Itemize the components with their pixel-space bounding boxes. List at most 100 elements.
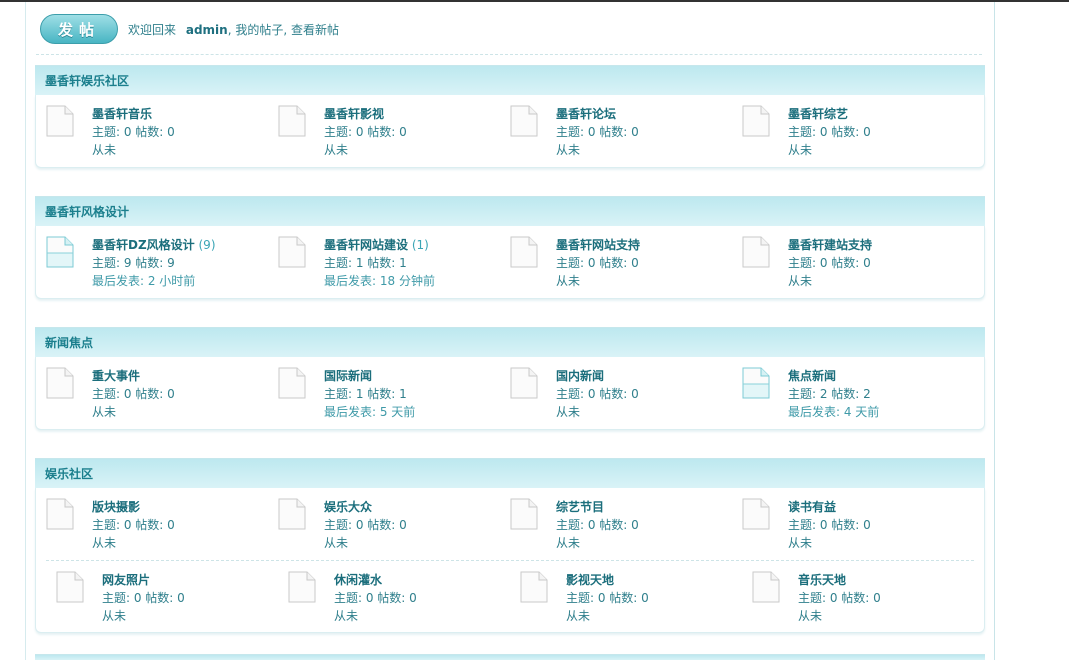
forum-item: 读书有益主题: 0 帖数: 0 从未	[732, 498, 964, 560]
forum-name-link[interactable]: 焦点新闻	[788, 369, 836, 383]
forum-stats: 主题: 0 帖数: 0	[788, 518, 871, 532]
forum-icon[interactable]	[46, 105, 74, 137]
forum-icon[interactable]	[46, 367, 74, 399]
category-title[interactable]: 墨香轩风格设计	[35, 196, 985, 226]
my-posts-link[interactable]: 我的帖子	[235, 23, 283, 37]
forum-name-link[interactable]: 墨香轩影视	[324, 107, 384, 121]
forum-icon[interactable]	[742, 105, 770, 137]
forum-name-link[interactable]: 综艺节目	[556, 500, 604, 514]
forum-name-link[interactable]: 读书有益	[788, 500, 836, 514]
forum-name-link[interactable]: 墨香轩建站支持	[788, 238, 872, 252]
forum-stats: 主题: 0 帖数: 0	[324, 518, 407, 532]
forum-stats: 主题: 1 帖数: 1	[324, 387, 407, 401]
forum-name-link[interactable]: 墨香轩网站建设	[324, 238, 408, 252]
forum-stats: 主题: 0 帖数: 0	[556, 256, 639, 270]
forum-last-post: 从未	[788, 536, 813, 550]
forum-stats: 主题: 0 帖数: 0	[566, 591, 649, 605]
forum-stats: 主题: 0 帖数: 0	[556, 518, 639, 532]
forum-stats: 主题: 0 帖数: 0	[798, 591, 881, 605]
forum-last-post[interactable]: 最后发表: 5 天前	[324, 403, 415, 421]
forum-name-link[interactable]: 墨香轩综艺	[788, 107, 848, 121]
forum-last-post: 从未	[556, 536, 581, 550]
forum-new-icon[interactable]	[742, 367, 770, 399]
forum-icon[interactable]	[510, 105, 538, 137]
forum-icon[interactable]	[46, 498, 74, 530]
forum-stats: 主题: 0 帖数: 0	[788, 125, 871, 139]
forum-name-link[interactable]: 墨香轩网站支持	[556, 238, 640, 252]
category-section-partial	[35, 654, 985, 660]
forum-last-post[interactable]: 最后发表: 4 天前	[788, 403, 879, 421]
category-section: 娱乐社区版块摄影主题: 0 帖数: 0 从未 娱乐大众主题: 0 帖数: 0 从未 综艺…	[35, 458, 985, 633]
forum-name-link[interactable]: 墨香轩音乐	[92, 107, 152, 121]
forum-last-post: 从未	[102, 609, 127, 623]
forum-last-post: 从未	[556, 405, 581, 419]
new-post-button[interactable]: 发帖	[40, 14, 118, 44]
forum-stats: 主题: 0 帖数: 0	[92, 518, 175, 532]
forum-name-link[interactable]: 墨香轩论坛	[556, 107, 616, 121]
category-section: 新闻焦点重大事件主题: 0 帖数: 0 从未 国际新闻主题: 1 帖数: 1 最后发表…	[35, 327, 985, 430]
forum-item: 重大事件 主题: 0 帖数: 0 从未	[36, 367, 268, 429]
username-link[interactable]: admin	[186, 23, 228, 37]
divider	[36, 54, 982, 55]
forum-icon[interactable]	[278, 367, 306, 399]
forum-icon[interactable]	[288, 571, 316, 603]
forum-icon[interactable]	[278, 236, 306, 268]
forum-name-link[interactable]: 重大事件	[92, 369, 140, 383]
forum-last-post: 从未	[92, 143, 117, 157]
forum-stats: 主题: 1 帖数: 1	[324, 256, 407, 270]
forum-row: 版块摄影主题: 0 帖数: 0 从未 娱乐大众主题: 0 帖数: 0 从未 综艺节目主题…	[36, 488, 984, 560]
forum-name-link[interactable]: 国内新闻	[556, 369, 604, 383]
forum-last-post: 从未	[556, 274, 581, 288]
forum-row: 网友照片主题: 0 帖数: 0 从未 休闲灌水主题: 0 帖数: 0 从未 影视天地主题…	[46, 560, 974, 632]
forum-stats: 主题: 0 帖数: 0	[556, 125, 639, 139]
forum-stats: 主题: 9 帖数: 9	[92, 256, 175, 270]
forum-name-link[interactable]: 音乐天地	[798, 573, 846, 587]
forum-item: 墨香轩DZ风格设计 (9) 主题: 9 帖数: 9 最后发表: 2 小时前	[36, 236, 268, 298]
forum-last-post[interactable]: 最后发表: 18 分钟前	[324, 272, 435, 290]
forum-stats: 主题: 0 帖数: 0	[788, 256, 871, 270]
forum-stats: 主题: 0 帖数: 0	[102, 591, 185, 605]
forum-stats: 主题: 0 帖数: 0	[556, 387, 639, 401]
forum-last-post: 从未	[788, 274, 813, 288]
forum-icon[interactable]	[278, 498, 306, 530]
forum-last-post: 从未	[92, 536, 117, 550]
forum-item: 网友照片主题: 0 帖数: 0 从未	[46, 571, 278, 632]
forum-icon[interactable]	[742, 498, 770, 530]
forum-name-link[interactable]: 休闲灌水	[334, 573, 382, 587]
forum-row: 墨香轩音乐 主题: 0 帖数: 0 从未 墨香轩影视 主题: 0 帖数: 0 从未 墨香轩论…	[36, 95, 984, 167]
forum-stats: 主题: 0 帖数: 0	[334, 591, 417, 605]
forum-stats: 主题: 0 帖数: 0	[92, 387, 175, 401]
forum-last-post: 从未	[566, 609, 591, 623]
forum-stats: 主题: 2 帖数: 2	[788, 387, 871, 401]
welcome-prefix: 欢迎回来	[128, 22, 177, 37]
forum-list: 重大事件主题: 0 帖数: 0 从未 国际新闻主题: 1 帖数: 1 最后发表: 5 …	[35, 357, 985, 430]
forum-icon[interactable]	[752, 571, 780, 603]
post-bar: 发帖 欢迎回来 admin, 我的帖子, 查看新帖	[40, 14, 339, 44]
forum-icon[interactable]	[278, 105, 306, 137]
forum-name-link[interactable]: 影视天地	[566, 573, 614, 587]
forum-name-link[interactable]: 版块摄影	[92, 500, 140, 514]
forum-last-post[interactable]: 最后发表: 2 小时前	[92, 272, 216, 290]
forum-item: 墨香轩建站支持 主题: 0 帖数: 0 从未	[732, 236, 964, 298]
forum-icon[interactable]	[56, 571, 84, 603]
forum-name-link[interactable]: 网友照片	[102, 573, 150, 587]
forum-name-link[interactable]: 墨香轩DZ风格设计	[92, 238, 195, 252]
category-section: 墨香轩风格设计墨香轩DZ风格设计 (9) 主题: 9 帖数: 9 最后发表: 2 小…	[35, 196, 985, 299]
forum-icon[interactable]	[520, 571, 548, 603]
forum-last-post: 从未	[334, 609, 359, 623]
new-posts-link[interactable]: 查看新帖	[291, 23, 339, 37]
forum-item: 焦点新闻主题: 2 帖数: 2 最后发表: 4 天前	[732, 367, 964, 429]
forum-item: 音乐天地 主题: 0 帖数: 0 从未	[742, 571, 974, 632]
forum-icon[interactable]	[742, 236, 770, 268]
category-title[interactable]: 新闻焦点	[35, 327, 985, 357]
forum-icon[interactable]	[510, 367, 538, 399]
category-title[interactable]: 娱乐社区	[35, 458, 985, 488]
forum-name-link[interactable]: 国际新闻	[324, 369, 372, 383]
forum-icon[interactable]	[510, 236, 538, 268]
today-count: (9)	[198, 238, 216, 252]
forum-name-link[interactable]: 娱乐大众	[324, 500, 372, 514]
forum-new-icon[interactable]	[46, 236, 74, 268]
forum-icon[interactable]	[510, 498, 538, 530]
forum-last-post: 从未	[324, 536, 349, 550]
category-title[interactable]: 墨香轩娱乐社区	[35, 65, 985, 95]
